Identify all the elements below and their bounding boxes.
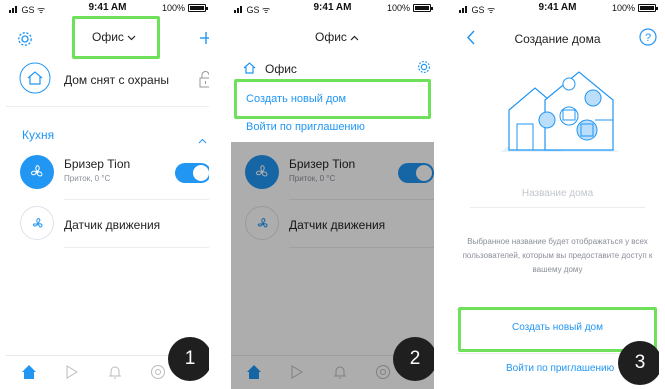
step-badge: 2 — [393, 337, 434, 381]
unlock-icon[interactable] — [199, 70, 209, 93]
hint-text: Выбранное название будет отображаться у … — [462, 237, 653, 274]
motion-avatar — [20, 206, 54, 240]
screen-home: GS ᯤ 9:41 AM 100% Офис Дом снят с охраны… — [6, 0, 209, 389]
breezer-toggle[interactable] — [175, 163, 209, 183]
breezer-name: Бризер Tion — [64, 157, 131, 171]
house-icon — [242, 60, 257, 80]
join-invite-link[interactable]: Войти по приглашению — [506, 363, 614, 374]
input-underline — [470, 207, 645, 208]
status-bar: GS ᯤ 9:41 AM 100% — [231, 0, 434, 18]
security-status: Дом снят с охраны — [64, 73, 169, 87]
join-invite-link[interactable]: Войти по приглашению — [246, 121, 365, 133]
status-bar: GS ᯤ 9:41 AM 100% — [456, 0, 659, 18]
plus-icon[interactable] — [198, 30, 209, 51]
gear-icon[interactable] — [17, 31, 33, 52]
home-selector[interactable]: Офис — [315, 30, 359, 44]
battery-icon — [188, 4, 208, 12]
breezer-status: Приток, 0 °C — [64, 174, 111, 183]
house-icon — [19, 62, 51, 99]
highlight-create-home — [234, 79, 431, 119]
battery: 100% — [387, 3, 433, 13]
current-home[interactable]: Офис — [265, 62, 297, 76]
tab-scene-icon[interactable] — [149, 363, 169, 383]
smart-home-illustration — [495, 60, 625, 163]
battery: 100% — [162, 3, 208, 13]
home-name-input[interactable]: Название дома — [456, 188, 659, 199]
help-icon[interactable]: ? — [639, 28, 657, 51]
breezer-avatar — [20, 155, 54, 189]
tab-home-icon[interactable] — [20, 363, 40, 383]
room-name: Кухня — [22, 128, 55, 142]
tab-play-icon[interactable] — [63, 363, 83, 383]
svg-text:?: ? — [645, 32, 651, 44]
page-title: Создание дома — [514, 32, 601, 46]
highlight-home-selector — [72, 16, 160, 59]
step-badge: 1 — [168, 337, 209, 381]
screen-create-home: GS ᯤ 9:41 AM 100% Создание дома ? Назван… — [456, 0, 659, 389]
fan-icon — [28, 163, 46, 186]
gear-icon[interactable] — [417, 60, 431, 79]
motion-icon — [29, 215, 47, 238]
step-badge: 3 — [618, 341, 659, 385]
motion-sensor-name: Датчик движения — [64, 218, 161, 232]
battery-icon — [413, 4, 433, 12]
chevron-up-icon[interactable] — [198, 131, 207, 149]
battery: 100% — [612, 3, 658, 13]
tab-bell-icon[interactable] — [106, 363, 126, 383]
battery-icon — [638, 4, 658, 12]
chevron-up-icon — [350, 30, 359, 44]
screen-home-menu: GS ᯤ 9:41 AM 100% Офис Офис Создать новы… — [231, 0, 434, 389]
